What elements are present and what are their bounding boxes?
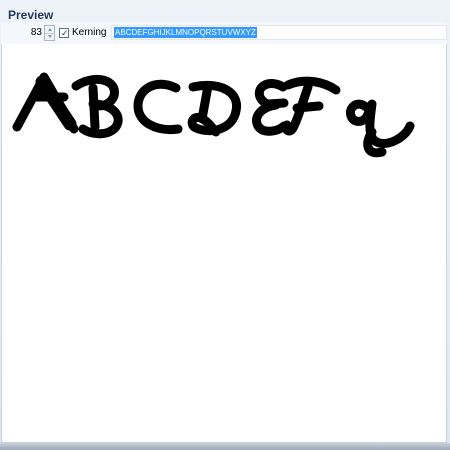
font-preview-canvas [1,44,447,443]
glyph-g [346,99,415,158]
glyph-D [187,81,242,137]
checkmark-icon: ✓ [61,28,69,38]
preview-text-input[interactable]: ABCDEFGHIJKLMNOPQRSTUVWXYZ [111,25,447,40]
preview-toolbar: 83 ✓ Kerning ABCDEFGHIJKLMNOPQRSTUVWXYZ [1,22,447,45]
font-size-stepper[interactable] [44,25,55,41]
kerning-label[interactable]: Kerning [72,27,106,38]
preview-text-selection: ABCDEFGHIJKLMNOPQRSTUVWXYZ [114,27,257,38]
kerning-checkbox[interactable]: ✓ [59,28,69,38]
font-size-field[interactable]: 83 [10,27,42,38]
preview-window: Preview 83 ✓ Kerning ABCDEFGHIJKLMNOPQRS… [0,0,450,450]
chevron-up-icon [47,28,52,31]
glyph-E [252,79,289,136]
handwritten-glyph-preview [12,72,415,158]
spin-down-button[interactable] [45,33,54,40]
glyph-A [12,72,79,134]
glyph-F [281,76,341,136]
glyph-C [133,79,183,135]
panel-title: Preview [8,8,54,22]
chevron-down-icon [47,35,52,38]
glyph-B [71,74,123,139]
window-bottom-edge [0,443,450,450]
